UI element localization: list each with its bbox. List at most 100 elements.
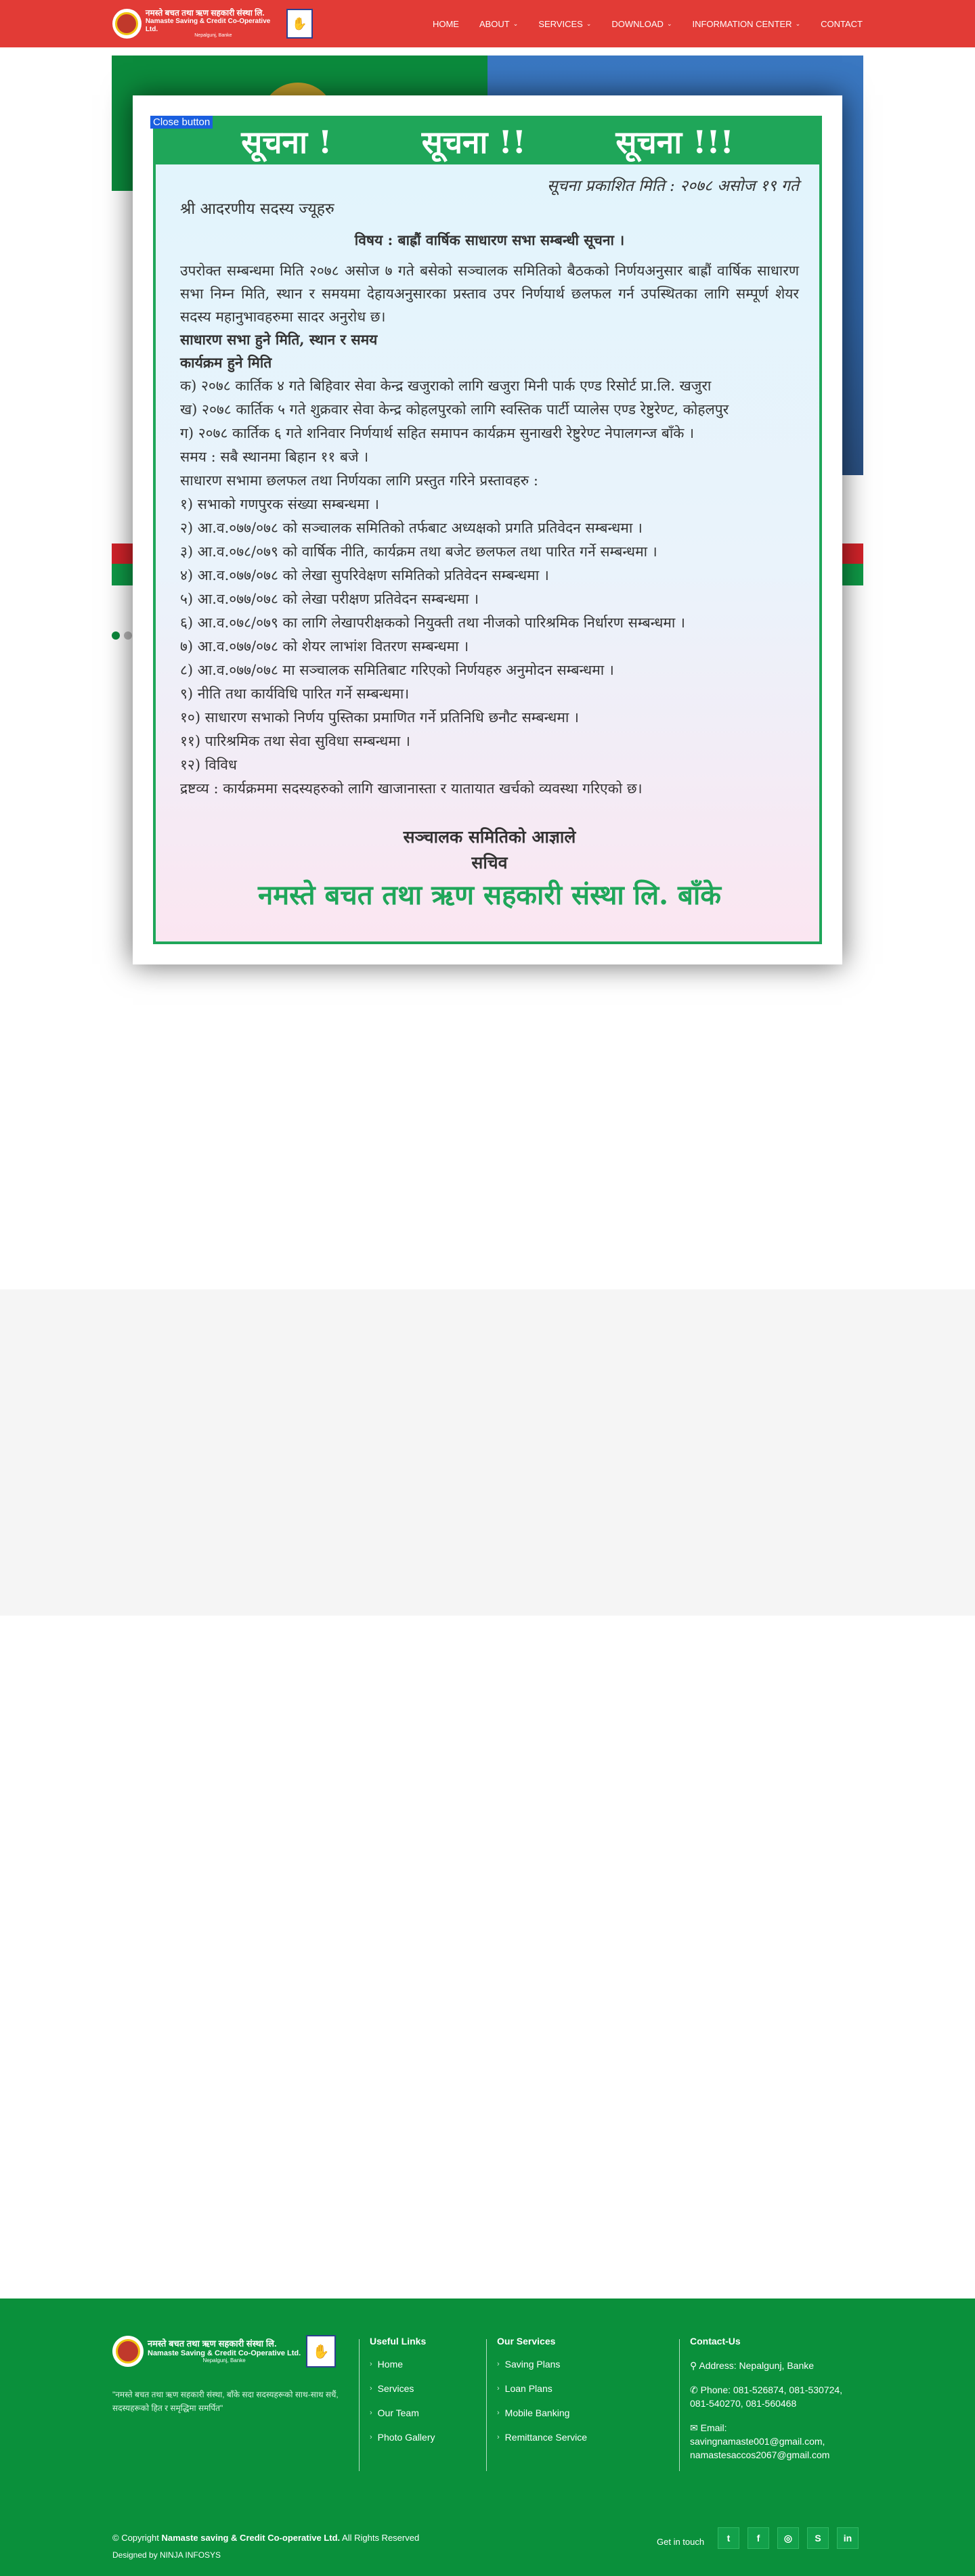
nav-download[interactable]: DOWNLOAD ⌄ <box>611 19 672 29</box>
copyright-name: Namaste saving & Credit Co-operative Ltd… <box>161 2533 341 2543</box>
footer-link-home[interactable]: › Home <box>370 2359 435 2370</box>
slider-dot[interactable] <box>124 631 132 640</box>
salutation: श्री आदरणीय सदस्य ज्यूहरु <box>180 200 334 218</box>
phone-icon: ✆ <box>690 2384 701 2395</box>
agenda-item: ३) आ.व.०७८/०७९ को वार्षिक नीति, कार्यक्र… <box>180 543 657 560</box>
designed-by[interactable]: Designed by NINJA INFOSYS <box>112 2550 221 2560</box>
footer-quote: "नमस्ते बचत तथा ऋण सहकारी संस्था, बाँके … <box>112 2390 339 2413</box>
copyright: © Copyright Namaste saving & Credit Co-o… <box>112 2533 420 2543</box>
notice-intro: उपरोक्त सम्बन्धमा मिति २०७८ असोज ७ गते ब… <box>180 263 799 325</box>
logo-english-name: Namaste Saving & Credit Co-Operative Ltd… <box>145 18 271 33</box>
notice-note: द्रष्टव्य : कार्यक्रममा सदस्यहरुको लागि … <box>180 780 643 797</box>
get-in-touch-label: Get in touch <box>657 2537 705 2547</box>
arrow-right-icon: › <box>497 2409 500 2417</box>
signature-line-1: सञ्चालक समितिको आज्ञाले <box>403 827 576 847</box>
slider-dot-active[interactable] <box>112 631 120 640</box>
site-header: नमस्ते बचत तथा ऋण सहकारी संस्था लि. Nama… <box>0 0 975 47</box>
skype-icon[interactable]: S <box>807 2527 829 2549</box>
contact-email: ✉ Email: savingnamaste001@gmail.com, nama… <box>690 2422 830 2460</box>
content-section-grey <box>0 1289 975 1616</box>
notice-subject: विषय : बाह्रौं वार्षिक साधारण सभा सम्बन्… <box>354 231 625 248</box>
contact-column: Contact-Us ⚲ Address: Nepalgunj, Banke ✆… <box>690 2336 863 2472</box>
footer-logo[interactable]: नमस्ते बचत तथा ऋण सहकारी संस्था लि. Nama… <box>112 2332 346 2370</box>
publish-date: सूचना प्रकाशित मिति : २०७८ असोज १९ गते <box>547 177 799 195</box>
useful-links-title: Useful Links <box>370 2336 427 2347</box>
arrow-right-icon: › <box>370 2360 372 2368</box>
agenda-item: ९) नीति तथा कार्यविधि पारित गर्ने सम्बन्… <box>180 686 410 702</box>
envelope-icon: ✉ <box>690 2422 701 2433</box>
email-link[interactable]: savingnamaste001@gmail.com, namastesacco… <box>690 2436 829 2460</box>
footer-logo-nepali-name: नमस्ते बचत तथा ऋण सहकारी संस्था लि. <box>148 2338 277 2349</box>
footer-service-saving-plans[interactable]: › Saving Plans <box>497 2359 587 2370</box>
nav-contact[interactable]: CONTACT <box>821 19 863 29</box>
nav-home[interactable]: HOME <box>433 19 459 29</box>
useful-links-column: Useful Links › Home › Services › Our Team ›… <box>370 2336 435 2456</box>
notice-line: क) २०७८ कार्तिक ४ गते बिहिवार सेवा केन्द… <box>180 378 712 394</box>
services-title: Our Services <box>497 2336 556 2347</box>
contact-phone: ✆ Phone: 081-526874, 081-530724, 081-540… <box>690 2384 843 2409</box>
agenda-item: ८) आ.व.०७७/०७८ मा सञ्चालक समितिबाट गरिएक… <box>180 662 614 678</box>
arrow-right-icon: › <box>370 2409 372 2417</box>
footer-link-services[interactable]: › Services <box>370 2383 435 2394</box>
emblem-logo-icon <box>112 9 142 39</box>
linkedin-icon[interactable]: in <box>837 2527 859 2549</box>
nav-services[interactable]: SERVICES ⌄ <box>538 19 591 29</box>
chevron-down-icon: ⌄ <box>666 20 672 27</box>
logo-location: Nepalgunj, Banke <box>194 33 232 39</box>
footer-link-our-team[interactable]: › Our Team <box>370 2407 435 2418</box>
agenda-item: १) सभाको गणपुरक संख्या सम्बन्धमा । <box>180 496 379 512</box>
contact-title: Contact-Us <box>690 2336 741 2347</box>
arrow-right-icon: › <box>370 2384 372 2393</box>
site-footer: नमस्ते बचत तथा ऋण सहकारी संस्था लि. Nama… <box>0 2299 975 2576</box>
arrow-right-icon: › <box>370 2433 372 2441</box>
contact-address: ⚲ Address: Nepalgunj, Banke <box>690 2360 815 2371</box>
handshake-logo-icon: ✋ <box>286 9 313 39</box>
notice-line: ग) २०७८ कार्तिक ६ गते शनिवार निर्णयार्थ … <box>180 425 695 441</box>
facebook-icon[interactable]: f <box>748 2527 769 2549</box>
notice-line: साधारण सभामा छलफल तथा निर्णयका लागि प्रस… <box>180 472 538 489</box>
chevron-down-icon: ⌄ <box>586 20 592 27</box>
agenda-item: १०) साधारण सभाको निर्णय पुस्तिका प्रमाणि… <box>180 709 579 726</box>
arrow-right-icon: › <box>497 2384 500 2393</box>
nav-about[interactable]: ABOUT ⌄ <box>479 19 518 29</box>
agenda-item: ७) आ.व.०७७/०७८ को शेयर लाभांश वितरण सम्ब… <box>180 638 469 654</box>
footer-divider <box>359 2339 360 2471</box>
agenda-item: १२) विविध <box>180 757 237 773</box>
footer-service-remittance[interactable]: › Remittance Service <box>497 2432 587 2443</box>
agenda-item: ५) आ.व.०७७/०७८ को लेखा परीक्षण प्रतिवेदन… <box>180 591 479 607</box>
program-heading: कार्यक्रम हुने मिति <box>180 354 272 371</box>
notice-head-2: सूचना !! <box>421 124 526 160</box>
logo-nepali-name: नमस्ते बचत तथा ऋण सहकारी संस्था लि. <box>145 7 265 18</box>
footer-link-photo-gallery[interactable]: › Photo Gallery <box>370 2432 435 2443</box>
notice-modal: Close button सूचना ! सूचना !! सूचना !!! … <box>133 95 842 964</box>
notice-line: ख) २०७८ कार्तिक ५ गते शुक्रवार सेवा केन्… <box>180 401 729 418</box>
arrow-right-icon: › <box>497 2360 500 2368</box>
agenda-item: २) आ.व.०७७/०७८ को सञ्चालक समितिको तर्फबा… <box>180 520 643 536</box>
footer-logo-english-name: Namaste Saving & Credit Co-Operative Ltd… <box>148 2349 301 2357</box>
organization-signature: नमस्ते बचत तथा ऋण सहकारी संस्था लि. बाँक… <box>258 879 721 911</box>
agenda-item: ६) आ.व.०७८/०७९ का लागि लेखापरीक्षकको निय… <box>180 615 686 631</box>
agenda-item: ११) पारिश्रमिक तथा सेवा सुविधा सम्बन्धमा… <box>180 733 410 749</box>
nav-information-center[interactable]: INFORMATION CENTER ⌄ <box>692 19 800 29</box>
social-links: t f ◎ S in <box>718 2527 867 2549</box>
notice-body: सूचना प्रकाशित मिति : २०७८ असोज १९ गते श… <box>156 164 819 912</box>
close-button[interactable]: Close button <box>150 116 213 129</box>
footer-service-mobile-banking[interactable]: › Mobile Banking <box>497 2407 587 2418</box>
emblem-logo-icon <box>112 2336 144 2367</box>
notice-line: समय : सबै स्थानमा बिहान ११ बजे । <box>180 449 369 465</box>
notice-head-1: सूचना ! <box>241 124 332 160</box>
twitter-icon[interactable]: t <box>718 2527 739 2549</box>
chevron-down-icon: ⌄ <box>513 20 519 27</box>
arrow-right-icon: › <box>497 2433 500 2441</box>
map-marker-icon: ⚲ <box>690 2360 699 2371</box>
instagram-icon[interactable]: ◎ <box>777 2527 799 2549</box>
footer-logo-location: Nepalgunj, Banke <box>202 2357 246 2364</box>
main-nav: HOME ABOUT ⌄ SERVICES ⌄ DOWNLOAD ⌄ INFORMAT… <box>412 0 863 47</box>
site-logo[interactable]: नमस्ते बचत तथा ऋण सहकारी संस्था लि. Nama… <box>112 7 313 41</box>
handshake-logo-icon: ✋ <box>306 2335 337 2368</box>
notice-header: सूचना ! सूचना !! सूचना !!! <box>156 118 819 164</box>
footer-service-loan-plans[interactable]: › Loan Plans <box>497 2383 587 2394</box>
meeting-heading: साधारण सभा हुने मिति, स्थान र समय <box>180 331 378 348</box>
footer-divider <box>679 2339 680 2471</box>
agenda-item: ४) आ.व.०७७/०७८ को लेखा सुपरिवेक्षण समिति… <box>180 567 549 583</box>
